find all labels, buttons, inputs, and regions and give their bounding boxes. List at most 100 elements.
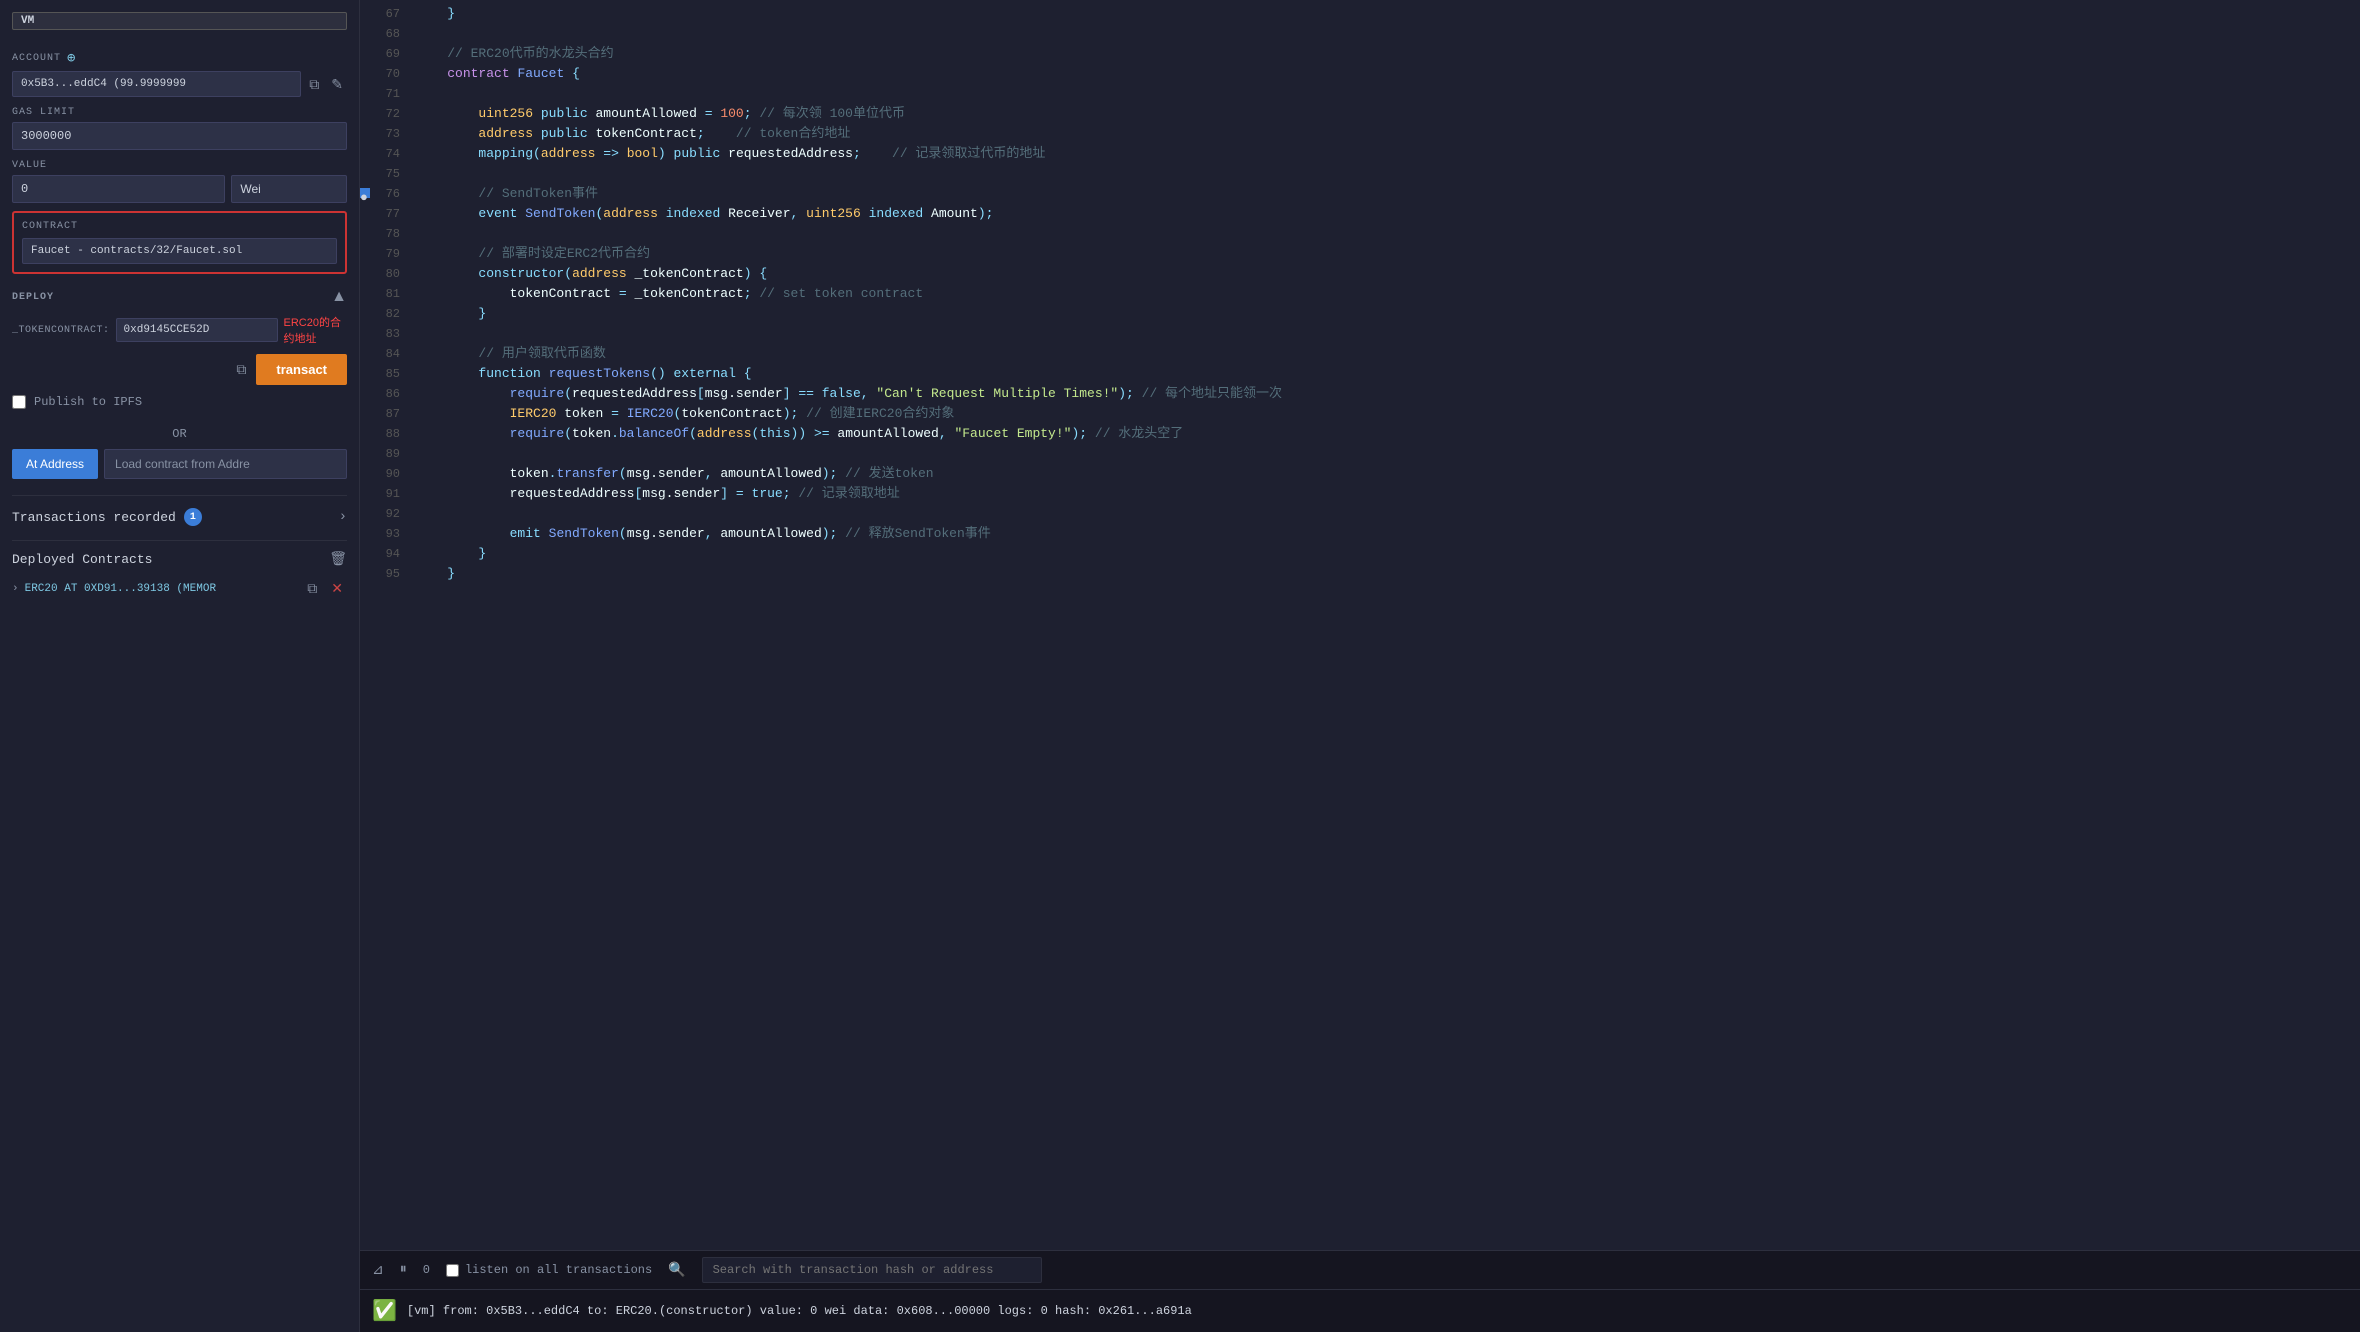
code-line-87: 87 IERC20 token = IERC20(tokenContract);… xyxy=(376,404,2344,424)
contract-label: CONTRACT xyxy=(22,221,337,232)
transactions-badge: 1 xyxy=(184,508,202,526)
account-select[interactable]: 0x5B3...eddC4 (99.9999999 xyxy=(12,71,301,97)
code-line-91: 91 requestedAddress[msg.sender] = true; … xyxy=(376,484,2344,504)
contract-item-chevron[interactable]: › xyxy=(12,583,19,595)
code-line-95: 95 } xyxy=(376,564,2344,584)
contract-select[interactable]: Faucet - contracts/32/Faucet.sol xyxy=(22,238,337,264)
code-line-83: 83 xyxy=(376,324,2344,344)
address-buttons: At Address Load contract from Addre xyxy=(12,449,347,479)
deploy-header: DEPLOY ▲ xyxy=(12,288,347,306)
clock-icon: ⏸ xyxy=(400,1262,407,1278)
account-section-label: ACCOUNT ⊕ xyxy=(12,50,347,67)
token-input[interactable] xyxy=(116,318,278,342)
code-line-92: 92 xyxy=(376,504,2344,524)
bottom-toolbar: ⊿ ⏸ 0 listen on all transactions 🔍 xyxy=(360,1251,2360,1290)
bottom-bar: ⊿ ⏸ 0 listen on all transactions 🔍 ✅ [vm… xyxy=(360,1250,2360,1332)
transact-button[interactable]: transact xyxy=(256,354,347,385)
publish-checkbox[interactable] xyxy=(12,395,26,409)
code-line-85: 85 function requestTokens() external { xyxy=(376,364,2344,384)
code-line-75: 75 xyxy=(376,164,2344,184)
publish-label: Publish to IPFS xyxy=(34,395,142,409)
code-line-74: 74 mapping(address => bool) public reque… xyxy=(376,144,2344,164)
value-row: Wei Gwei Finney Ether xyxy=(12,175,347,203)
account-edit-button[interactable]: ✎ xyxy=(327,72,347,97)
deployed-contracts-header: Deployed Contracts 🗑 xyxy=(12,551,347,568)
sidebar: VM ACCOUNT ⊕ 0x5B3...eddC4 (99.9999999 ⧉… xyxy=(0,0,360,1332)
transact-btn-row: ⧉ transact xyxy=(12,354,347,385)
code-line-73: 73 address public tokenContract; // toke… xyxy=(376,124,2344,144)
code-line-77: 77 event SendToken(address indexed Recei… xyxy=(376,204,2344,224)
tx-text: [vm] from: 0x5B3...eddC4 to: ERC20.(cons… xyxy=(407,1304,1192,1318)
tx-log: ✅ [vm] from: 0x5B3...eddC4 to: ERC20.(co… xyxy=(360,1290,2360,1332)
code-line-82: 82 } xyxy=(376,304,2344,324)
right-panel: 67 } 68 69 // ERC20代币的水龙头合约 xyxy=(360,0,2360,1332)
token-label: _TOKENCONTRACT: xyxy=(12,325,110,336)
code-line-89: 89 xyxy=(376,444,2344,464)
code-line-71: 71 xyxy=(376,84,2344,104)
transact-copy-button[interactable]: ⧉ xyxy=(232,357,250,382)
code-line-79: 79 // 部署时设定ERC2代币合约 xyxy=(376,244,2344,264)
listen-label: listen on all transactions xyxy=(465,1263,652,1277)
or-divider: OR xyxy=(12,427,347,441)
contract-box: CONTRACT Faucet - contracts/32/Faucet.so… xyxy=(12,211,347,274)
contract-item-name: ERC20 AT 0XD91...39138 (MEMOR xyxy=(25,583,298,595)
code-line-72: 72 uint256 public amountAllowed = 100; /… xyxy=(376,104,2344,124)
search-icon: 🔍 xyxy=(668,1262,685,1279)
code-area: 67 } 68 69 // ERC20代币的水龙头合约 xyxy=(360,0,2360,588)
code-line-69: 69 // ERC20代币的水龙头合约 xyxy=(376,44,2344,64)
code-editor[interactable]: 67 } 68 69 // ERC20代币的水龙头合约 xyxy=(360,0,2360,1250)
account-row: 0x5B3...eddC4 (99.9999999 ⧉ ✎ xyxy=(12,71,347,97)
code-line-80: 80 constructor(address _tokenContract) { xyxy=(376,264,2344,284)
publish-row: Publish to IPFS xyxy=(12,395,347,409)
at-address-button[interactable]: At Address xyxy=(12,449,98,479)
gas-input[interactable] xyxy=(12,122,347,150)
code-line-94: 94 } xyxy=(376,544,2344,564)
load-contract-button[interactable]: Load contract from Addre xyxy=(104,449,347,479)
listen-checkbox[interactable] xyxy=(446,1264,459,1277)
vm-badge: VM xyxy=(12,12,347,30)
code-line-70: 70 contract Faucet { xyxy=(376,64,2344,84)
code-line-86: 86 require(requestedAddress[msg.sender] … xyxy=(376,384,2344,404)
transactions-chevron[interactable]: › xyxy=(339,509,347,525)
account-copy-button[interactable]: ⧉ xyxy=(305,72,323,97)
search-input[interactable] xyxy=(702,1257,1042,1283)
code-line-67: 67 } xyxy=(376,4,2344,24)
code-line-84: 84 // 用户领取代币函数 xyxy=(376,344,2344,364)
deployed-contracts-section: Deployed Contracts 🗑 › ERC20 AT 0XD91...… xyxy=(12,540,347,601)
transactions-section: Transactions recorded 1 › xyxy=(12,495,347,526)
token-row: _TOKENCONTRACT: ERC20的合约地址 xyxy=(12,314,347,346)
account-plus-icon[interactable]: ⊕ xyxy=(67,50,76,67)
unit-select[interactable]: Wei Gwei Finney Ether xyxy=(231,175,347,203)
value-section-label: VALUE xyxy=(12,160,347,171)
token-annotation: ERC20的合约地址 xyxy=(284,314,347,346)
transactions-text: Transactions recorded xyxy=(12,510,176,525)
contract-item-delete-button[interactable]: ✕ xyxy=(327,576,347,601)
deployed-contracts-label: Deployed Contracts xyxy=(12,552,152,567)
success-icon: ✅ xyxy=(372,1298,397,1324)
breakpoint-dot: ● xyxy=(360,188,370,198)
gas-section-label: GAS LIMIT xyxy=(12,107,347,118)
code-line-88: 88 require(token.balanceOf(address(this)… xyxy=(376,424,2344,444)
code-line-78: 78 xyxy=(376,224,2344,244)
code-line-90: 90 token.transfer(msg.sender, amountAllo… xyxy=(376,464,2344,484)
code-line-93: 93 emit SendToken(msg.sender, amountAllo… xyxy=(376,524,2344,544)
deployed-contract-item: › ERC20 AT 0XD91...39138 (MEMOR ⧉ ✕ xyxy=(12,576,347,601)
listen-row: listen on all transactions xyxy=(446,1263,652,1277)
code-lines: 67 } 68 69 // ERC20代币的水龙头合约 xyxy=(360,4,2360,584)
count-badge: 0 xyxy=(423,1263,430,1277)
value-label: VALUE xyxy=(12,160,47,171)
fold-button[interactable]: ⊿ xyxy=(372,1262,384,1279)
transactions-header: Transactions recorded 1 › xyxy=(12,508,347,526)
account-label: ACCOUNT xyxy=(12,53,61,64)
contract-item-copy-button[interactable]: ⧉ xyxy=(303,576,321,601)
code-line-68: 68 xyxy=(376,24,2344,44)
deploy-chevron-button[interactable]: ▲ xyxy=(331,288,347,306)
code-line-76: 76 // SendToken事件 ● xyxy=(376,184,2344,204)
code-line-81: 81 tokenContract = _tokenContract; // se… xyxy=(376,284,2344,304)
trash-icon[interactable]: 🗑 xyxy=(329,551,347,568)
gas-label: GAS LIMIT xyxy=(12,107,75,118)
transactions-label: Transactions recorded 1 xyxy=(12,508,202,526)
deploy-label: DEPLOY xyxy=(12,292,54,303)
main-layout: VM ACCOUNT ⊕ 0x5B3...eddC4 (99.9999999 ⧉… xyxy=(0,0,2360,1332)
value-input[interactable] xyxy=(12,175,225,203)
